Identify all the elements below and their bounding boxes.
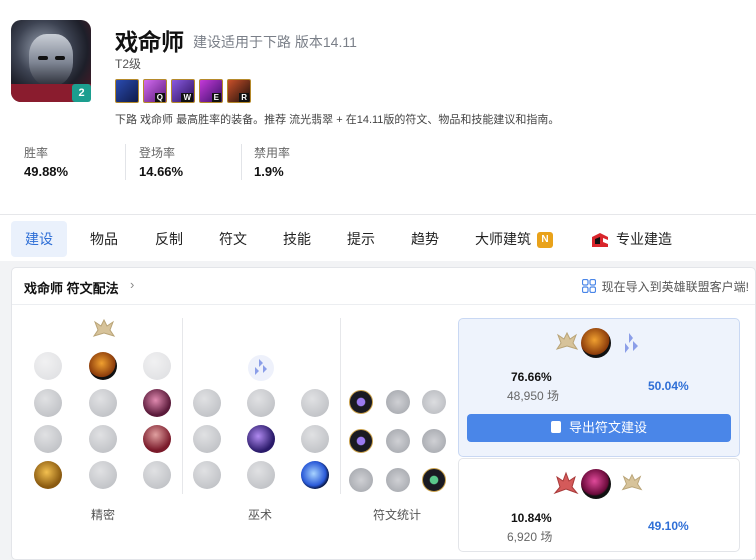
rune-manaflow-band[interactable] bbox=[247, 389, 275, 417]
shard-health-scaling[interactable] bbox=[422, 429, 446, 453]
shard-move-speed[interactable] bbox=[386, 429, 410, 453]
rune-scorch[interactable] bbox=[193, 461, 221, 489]
rune-panel-title[interactable]: 戏命师 符文配法 bbox=[24, 278, 119, 297]
rune-panel-header: 戏命师 符文配法 › 现在导入到英雄联盟客户端! bbox=[12, 268, 755, 305]
rune-win-rate: 50.04% bbox=[648, 379, 689, 393]
precision-column-label: 精密 bbox=[91, 508, 116, 522]
rune-pick-rate: 76.66% bbox=[511, 370, 552, 384]
tab-master-builds[interactable]: 大师建筑 N bbox=[461, 221, 567, 257]
champion-name: 戏命师 bbox=[115, 29, 184, 55]
tab-items[interactable]: 物品 bbox=[76, 221, 132, 257]
shard-adaptive-force[interactable] bbox=[349, 390, 373, 414]
stat-shards-column-label: 符文统计 bbox=[373, 508, 422, 522]
new-badge: N bbox=[537, 232, 553, 249]
rune-pick-rate: 10.84% bbox=[511, 511, 552, 525]
rune-celerity[interactable] bbox=[247, 425, 275, 453]
precision-tree-icon bbox=[92, 318, 116, 337]
rune-lethal-tempo[interactable] bbox=[89, 352, 117, 380]
rune-overheal[interactable] bbox=[34, 389, 62, 417]
sorcery-tree-icon bbox=[625, 333, 638, 353]
pro-build-icon bbox=[592, 233, 608, 248]
rune-cut-down[interactable] bbox=[89, 461, 117, 489]
precision-tree-icon bbox=[555, 331, 579, 350]
stat-divider bbox=[241, 144, 242, 180]
rune-win-rate: 49.10% bbox=[648, 519, 689, 533]
build-nav-tabs: 建设 物品 反制 符文 技能 提示 趋势 大师建筑 N 专业建造 bbox=[0, 214, 756, 261]
champion-header: 2 戏命师 建设适用于下路 版本14.11 T2级 Q W E R 下路 戏命师… bbox=[0, 0, 756, 214]
rune-games-count: 48,950 场 bbox=[507, 389, 560, 403]
rune-fleet-footwork[interactable] bbox=[143, 352, 171, 380]
shard-attack-speed[interactable] bbox=[386, 390, 410, 414]
shard-health-selected[interactable] bbox=[422, 468, 446, 492]
chevron-right-icon[interactable]: › bbox=[130, 277, 134, 292]
precision-tree-icon bbox=[621, 473, 643, 491]
tab-pro-builds[interactable]: 专业建造 bbox=[578, 221, 686, 257]
rune-legend-alacrity[interactable] bbox=[34, 425, 62, 453]
pick-rate-stat: 登场率 14.66% bbox=[139, 146, 184, 179]
stat-divider bbox=[125, 144, 126, 180]
tab-build[interactable]: 建设 bbox=[11, 221, 67, 257]
ban-rate-stat: 禁用率 1.9% bbox=[254, 146, 291, 179]
rune-option-card[interactable]: 10.84% 6,920 场 49.10% bbox=[458, 458, 740, 552]
import-to-client-link[interactable]: 现在导入到英雄联盟客户端! bbox=[581, 278, 749, 295]
e-ability-icon[interactable]: E bbox=[199, 79, 223, 103]
tier-label: T2级 bbox=[115, 57, 142, 71]
tab-counters[interactable]: 反制 bbox=[141, 221, 197, 257]
rune-nimbus-cloak[interactable] bbox=[301, 389, 329, 417]
document-icon bbox=[550, 421, 561, 433]
apps-grid-icon bbox=[581, 279, 596, 293]
rune-press-the-attack[interactable] bbox=[34, 352, 62, 380]
sorcery-column-label: 巫术 bbox=[248, 508, 273, 522]
tab-runes[interactable]: 符文 bbox=[205, 221, 261, 257]
passive-ability-icon[interactable] bbox=[115, 79, 139, 103]
rune-absolute-focus[interactable] bbox=[301, 425, 329, 453]
ability-list: Q W E R bbox=[115, 79, 251, 103]
keystone-dark-harvest-icon bbox=[581, 469, 611, 499]
r-ability-icon[interactable]: R bbox=[227, 79, 251, 103]
shard-ability-haste[interactable] bbox=[422, 390, 446, 414]
rune-games-count: 6,920 场 bbox=[507, 530, 553, 544]
rune-last-stand[interactable] bbox=[143, 461, 171, 489]
rune-gathering-storm[interactable] bbox=[301, 461, 329, 489]
rune-waterwalking[interactable] bbox=[247, 461, 275, 489]
w-ability-icon[interactable]: W bbox=[171, 79, 195, 103]
tab-skills[interactable]: 技能 bbox=[269, 221, 325, 257]
win-rate-stat: 胜率 49.88% bbox=[24, 146, 69, 179]
rune-presence-of-mind[interactable] bbox=[143, 389, 171, 417]
level-badge: 2 bbox=[72, 84, 91, 102]
rune-coup-de-grace[interactable] bbox=[34, 461, 62, 489]
keystone-lethal-tempo-icon bbox=[581, 328, 611, 358]
export-rune-build-button[interactable]: 导出符文建设 bbox=[467, 414, 731, 442]
tab-pro-builds-label: 专业建造 bbox=[616, 231, 672, 247]
rune-transcendence[interactable] bbox=[193, 425, 221, 453]
build-description: 下路 戏命师 最高胜率的装备。推荐 流光翡翠 + 在14.11版的符文、物品和技… bbox=[115, 114, 560, 126]
sorcery-tree-icon bbox=[248, 355, 274, 381]
rune-legend-haste[interactable] bbox=[89, 425, 117, 453]
build-subtitle: 建设适用于下路 版本14.11 bbox=[193, 34, 357, 50]
rune-panel: 戏命师 符文配法 › 现在导入到英雄联盟客户端! 精密 巫术 符文统计 76.6… bbox=[11, 267, 756, 560]
q-ability-icon[interactable]: Q bbox=[143, 79, 167, 103]
column-divider bbox=[182, 318, 183, 494]
rune-legend-bloodline[interactable] bbox=[143, 425, 171, 453]
rune-triumph[interactable] bbox=[89, 389, 117, 417]
rune-nullifying-orb[interactable] bbox=[193, 389, 221, 417]
shard-adaptive-force-2[interactable] bbox=[349, 429, 373, 453]
shard-tenacity[interactable] bbox=[386, 468, 410, 492]
tab-master-builds-label: 大师建筑 bbox=[475, 231, 531, 247]
tab-trends[interactable]: 趋势 bbox=[397, 221, 453, 257]
column-divider bbox=[340, 318, 341, 494]
rune-option-card[interactable]: 76.66% 48,950 场 50.04% 导出符文建设 bbox=[458, 318, 740, 457]
shard-health[interactable] bbox=[349, 468, 373, 492]
domination-tree-icon bbox=[553, 471, 579, 495]
tab-tips[interactable]: 提示 bbox=[333, 221, 389, 257]
